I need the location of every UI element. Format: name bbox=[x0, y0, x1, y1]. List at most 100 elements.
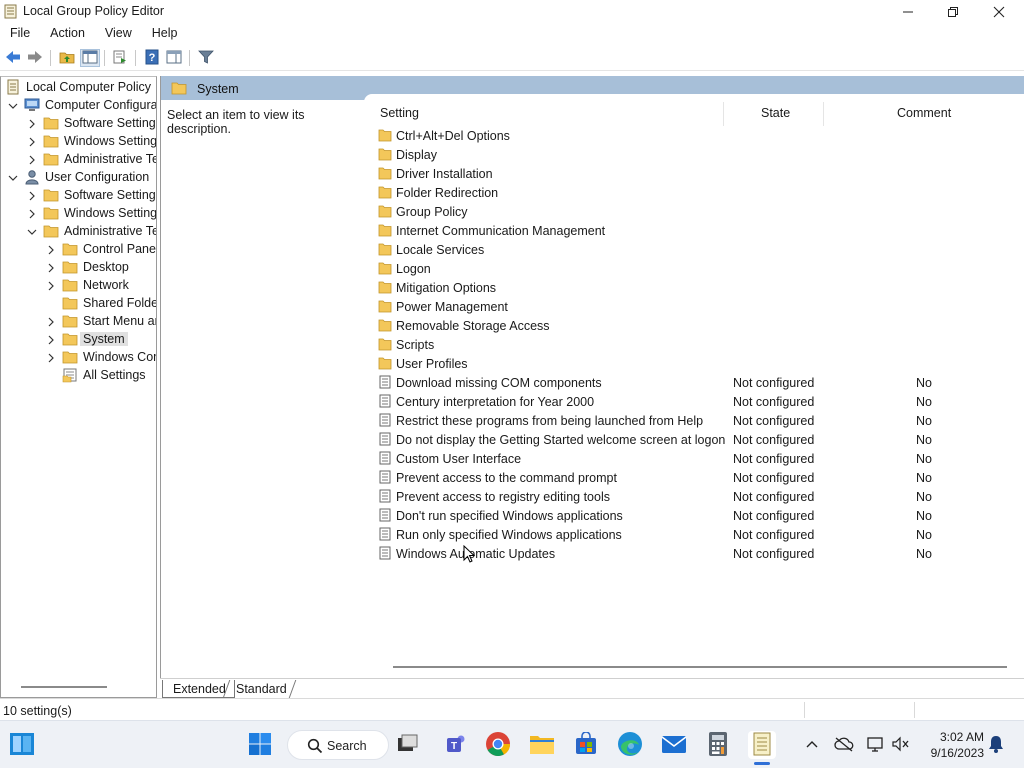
chevron-down-icon[interactable] bbox=[27, 226, 37, 236]
tree-item-software-settings[interactable]: Software Settings bbox=[1, 114, 157, 132]
widgets-button[interactable] bbox=[8, 731, 36, 759]
microsoft-store-button[interactable] bbox=[572, 730, 600, 759]
list-item-setting[interactable]: Custom User Interface Not configured No bbox=[364, 449, 1024, 468]
chevron-right-icon[interactable] bbox=[27, 154, 37, 165]
chevron-right-icon[interactable] bbox=[46, 280, 56, 291]
tree-item-local-computer-policy[interactable]: Local Computer Policy bbox=[1, 78, 156, 96]
chevron-down-icon[interactable] bbox=[8, 172, 18, 182]
chevron-right-icon[interactable] bbox=[46, 244, 56, 255]
list-horizontal-scrollbar[interactable] bbox=[393, 666, 1007, 668]
tree-item-all-settings[interactable]: All Settings bbox=[1, 366, 156, 384]
list-item-folder[interactable]: Power Management bbox=[364, 297, 1024, 316]
list-item-folder[interactable]: Locale Services bbox=[364, 240, 1024, 259]
list-item-setting[interactable]: Prevent access to the command prompt Not… bbox=[364, 468, 1024, 487]
list-item-folder[interactable]: Logon bbox=[364, 259, 1024, 278]
show-hide-console-tree-button[interactable] bbox=[80, 49, 100, 67]
task-view-button[interactable] bbox=[393, 731, 421, 759]
system-clock[interactable]: 3:02 AM 9/16/2023 bbox=[924, 729, 984, 761]
column-header-state[interactable]: State bbox=[761, 106, 790, 120]
list-item-setting[interactable]: Download missing COM components Not conf… bbox=[364, 373, 1024, 392]
list-item-setting[interactable]: Run only specified Windows applications … bbox=[364, 525, 1024, 544]
tree-item-desktop[interactable]: Desktop bbox=[1, 258, 156, 276]
start-button[interactable] bbox=[246, 731, 274, 759]
show-hidden-icons-button[interactable] bbox=[802, 735, 822, 755]
chrome-button[interactable] bbox=[484, 731, 512, 759]
edge-button[interactable] bbox=[616, 731, 644, 759]
help-button[interactable]: ? bbox=[142, 49, 162, 67]
export-list-button[interactable] bbox=[110, 49, 130, 67]
filter-button[interactable] bbox=[196, 49, 216, 67]
tree-item-software-settings[interactable]: Software Settings bbox=[1, 186, 156, 204]
chevron-right-icon[interactable] bbox=[46, 352, 56, 363]
list-item-setting[interactable]: Don't run specified Windows applications… bbox=[364, 506, 1024, 525]
network-button[interactable] bbox=[866, 735, 886, 755]
list-item-setting[interactable]: Century interpretation for Year 2000 Not… bbox=[364, 392, 1024, 411]
column-header-comment[interactable]: Comment bbox=[897, 106, 951, 120]
list-item-folder[interactable]: Folder Redirection bbox=[364, 183, 1024, 202]
restore-button[interactable] bbox=[930, 0, 976, 23]
tree-item-user-configuration[interactable]: User Configuration bbox=[1, 168, 156, 186]
folder-name: Folder Redirection bbox=[396, 186, 499, 200]
file-explorer-button[interactable] bbox=[528, 731, 556, 759]
tree-item-network[interactable]: Network bbox=[1, 276, 156, 294]
tree-item-windows-settings[interactable]: Windows Settings bbox=[1, 132, 156, 150]
list-item-folder[interactable]: Scripts bbox=[364, 335, 1024, 354]
tree-item-shared-folders[interactable]: Shared Folders bbox=[1, 294, 156, 312]
list-item-setting[interactable]: Do not display the Getting Started welco… bbox=[364, 430, 1024, 449]
list-item-folder[interactable]: Display bbox=[364, 145, 1024, 164]
list-item-folder[interactable]: Group Policy bbox=[364, 202, 1024, 221]
policy-editor-icon bbox=[4, 4, 18, 19]
teams-chat-button[interactable]: T bbox=[441, 731, 469, 759]
show-hide-action-pane-button[interactable] bbox=[164, 49, 184, 67]
mail-button[interactable] bbox=[660, 731, 688, 759]
list-item-setting[interactable]: Prevent access to registry editing tools… bbox=[364, 487, 1024, 506]
chevron-right-icon[interactable] bbox=[46, 262, 56, 273]
menu-file[interactable]: File bbox=[0, 23, 40, 45]
tree-item-label: Windows Components bbox=[83, 350, 156, 364]
list-item-setting[interactable]: Restrict these programs from being launc… bbox=[364, 411, 1024, 430]
tab-standard[interactable]: Standard bbox=[226, 680, 295, 698]
up-one-level-button[interactable] bbox=[57, 49, 77, 67]
tree-item-windows-components[interactable]: Windows Components bbox=[1, 348, 156, 366]
menu-action[interactable]: Action bbox=[40, 23, 95, 45]
menu-help[interactable]: Help bbox=[142, 23, 188, 45]
column-header-setting[interactable]: Setting bbox=[380, 106, 419, 120]
notifications-button[interactable] bbox=[986, 735, 1006, 755]
chevron-right-icon[interactable] bbox=[27, 208, 37, 219]
close-button[interactable] bbox=[976, 0, 1022, 23]
group-policy-editor-taskbar-button[interactable] bbox=[748, 731, 776, 759]
minimize-button[interactable] bbox=[885, 0, 931, 23]
menu-view[interactable]: View bbox=[95, 23, 142, 45]
forward-button[interactable] bbox=[25, 49, 45, 67]
tree-item-computer-configuration[interactable]: Computer Configuration bbox=[1, 96, 156, 114]
chevron-down-icon[interactable] bbox=[8, 100, 18, 110]
tree-item-administrative-templates[interactable]: Administrative Templates bbox=[1, 222, 156, 240]
column-divider[interactable] bbox=[723, 102, 724, 126]
tree-item-start-menu-and-taskbar[interactable]: Start Menu and Taskbar bbox=[1, 312, 156, 330]
onedrive-status-button[interactable] bbox=[834, 735, 854, 755]
column-divider[interactable] bbox=[823, 102, 824, 126]
toolbar: ? bbox=[0, 45, 1024, 71]
tree-item-administrative-templates[interactable]: Administrative Templates bbox=[1, 150, 156, 168]
chevron-right-icon[interactable] bbox=[27, 136, 37, 147]
tree-item-control-panel[interactable]: Control Panel bbox=[1, 240, 156, 258]
tree-item-windows-settings[interactable]: Windows Settings bbox=[1, 204, 156, 222]
chevron-right-icon[interactable] bbox=[27, 118, 37, 129]
list-item-folder[interactable]: Mitigation Options bbox=[364, 278, 1024, 297]
chevron-right-icon[interactable] bbox=[46, 316, 56, 327]
tree-item-system[interactable]: System bbox=[1, 330, 156, 348]
calculator-button[interactable] bbox=[704, 731, 732, 759]
tree-item-label: Software Settings bbox=[64, 116, 157, 130]
taskbar-search-box[interactable]: Search bbox=[287, 730, 389, 760]
tree-horizontal-scrollbar[interactable] bbox=[21, 686, 107, 688]
list-item-folder[interactable]: Driver Installation bbox=[364, 164, 1024, 183]
volume-button[interactable] bbox=[891, 735, 911, 755]
list-item-folder[interactable]: Removable Storage Access bbox=[364, 316, 1024, 335]
list-item-folder[interactable]: User Profiles bbox=[364, 354, 1024, 373]
policy-setting-icon bbox=[378, 527, 392, 541]
chevron-right-icon[interactable] bbox=[46, 334, 56, 345]
chevron-right-icon[interactable] bbox=[27, 190, 37, 201]
back-button[interactable] bbox=[3, 49, 23, 67]
list-item-folder[interactable]: Internet Communication Management bbox=[364, 221, 1024, 240]
list-item-folder[interactable]: Ctrl+Alt+Del Options bbox=[364, 126, 1024, 145]
